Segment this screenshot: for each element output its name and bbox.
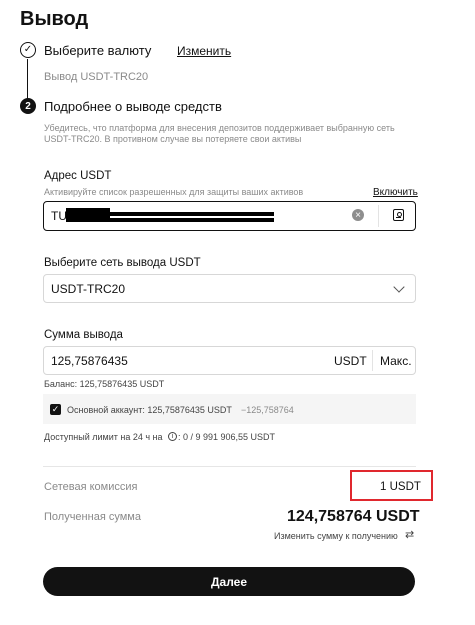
page-title: Вывод xyxy=(20,8,89,30)
info-icon[interactable]: i xyxy=(168,432,177,441)
step1-title: Выберите валюту xyxy=(44,43,152,58)
fee-value: 1 USDT xyxy=(380,481,421,493)
address-label: Адрес USDT xyxy=(44,170,112,182)
enable-whitelist-link[interactable]: Включить xyxy=(373,187,418,198)
received-label: Полученная сумма xyxy=(44,511,141,523)
step1-summary: Вывод USDT-TRC20 xyxy=(44,71,149,83)
step2-title: Подробнее о выводе средств xyxy=(44,99,222,114)
change-receive-link[interactable]: Изменить сумму к получению xyxy=(274,531,398,541)
next-button[interactable]: Далее xyxy=(43,567,415,596)
limit-prefix: Доступный лимит на 24 ч на xyxy=(44,432,163,442)
address-redaction-line xyxy=(66,218,274,222)
amount-label: Сумма вывода xyxy=(44,329,123,341)
swap-icon[interactable]: ⇄ xyxy=(405,528,414,541)
limit-value: : 0 / 9 991 906,55 USDT xyxy=(178,432,276,442)
amount-value: 125,75876435 xyxy=(51,354,128,368)
balance-text: Баланс: 125,75876435 USDT xyxy=(44,379,165,389)
change-currency-link[interactable]: Изменить xyxy=(177,44,231,58)
amount-divider xyxy=(372,350,373,371)
address-divider xyxy=(378,205,379,227)
max-button[interactable]: Макс. xyxy=(380,354,412,368)
network-warning-line1: Убедитесь, что платформа для внесения де… xyxy=(44,123,395,133)
address-value-prefix: TU xyxy=(51,209,67,223)
amount-currency: USDT xyxy=(334,354,367,368)
account-delta: −125,758764 xyxy=(241,405,294,415)
address-hint: Активируйте список разрешенных для защит… xyxy=(44,187,304,197)
section-divider xyxy=(43,466,416,467)
account-label: Основной аккаунт: 125,75876435 USDT xyxy=(67,405,232,415)
network-label: Выберите сеть вывода USDT xyxy=(44,257,201,269)
fee-label: Сетевая комиссия xyxy=(44,481,138,493)
received-value: 124,758764 USDT xyxy=(287,508,420,525)
account-checkbox[interactable]: ✓ xyxy=(50,404,61,415)
step2-number-badge: 2 xyxy=(20,98,36,114)
step-connector xyxy=(27,59,28,99)
clear-address-icon[interactable]: × xyxy=(352,209,364,221)
step1-check-icon: ✓ xyxy=(20,42,36,58)
address-book-icon[interactable] xyxy=(393,209,404,221)
network-warning-line2: USDT-TRC20. В противном случае вы потеря… xyxy=(44,134,302,144)
address-redaction-line-2 xyxy=(110,212,274,216)
network-selected-value: USDT-TRC20 xyxy=(51,282,126,296)
